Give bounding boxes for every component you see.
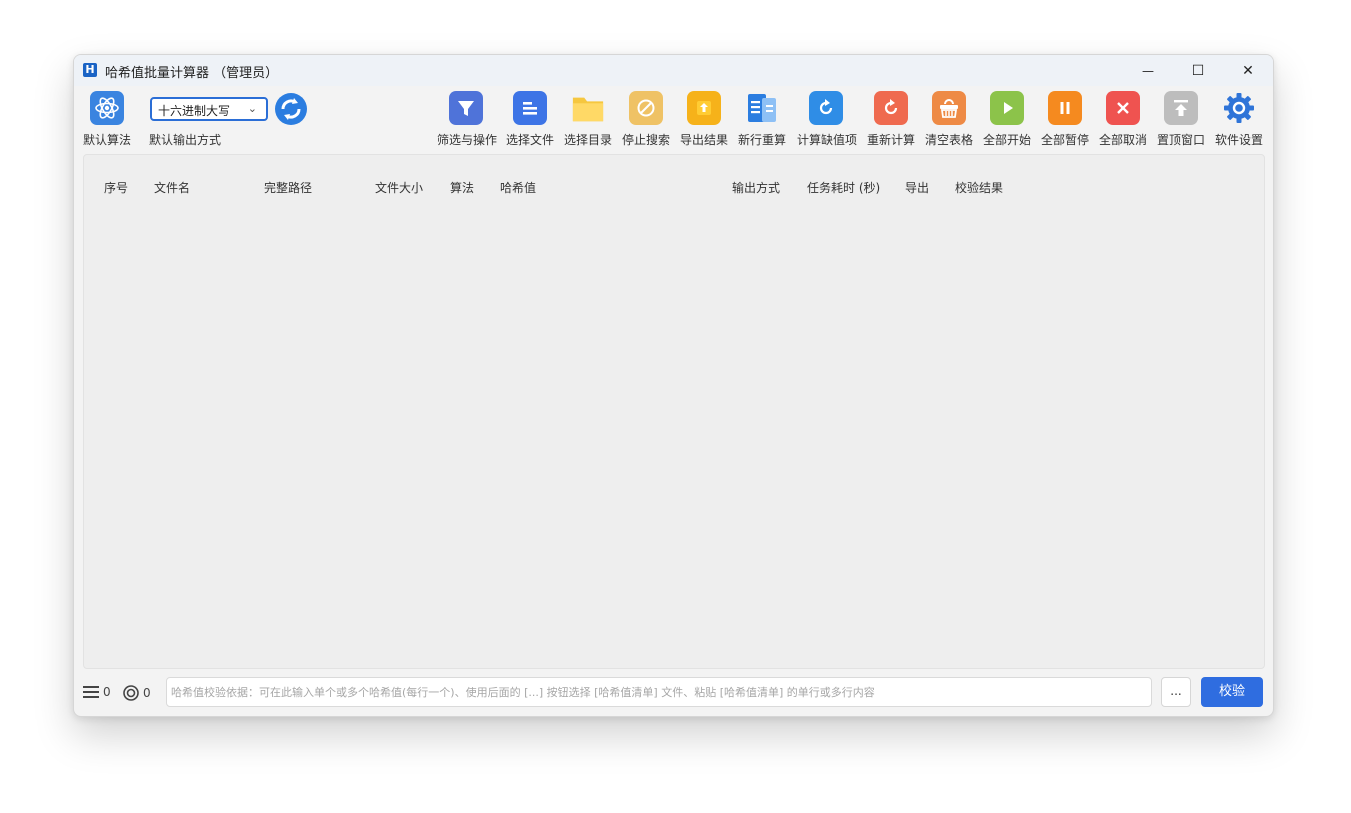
minimize-icon: — xyxy=(1142,63,1154,78)
new-row-icon xyxy=(745,91,779,125)
new-row-recalc-button[interactable]: 新行重算 xyxy=(733,91,791,151)
cancel-all-label: 全部取消 xyxy=(1098,133,1147,147)
close-icon: ✕ xyxy=(1242,62,1254,79)
pause-icon xyxy=(1048,91,1082,125)
results-table[interactable]: 序号 文件名 完整路径 文件大小 算法 哈希值 输出方式 任务耗时 (秒) 导出… xyxy=(83,154,1265,669)
col-header-output-format[interactable]: 输出方式 xyxy=(732,179,780,196)
recalculate-button[interactable]: 重新计算 xyxy=(862,91,920,151)
folder-icon xyxy=(571,91,605,125)
browse-hash-list-button[interactable]: ... xyxy=(1161,677,1191,707)
stop-icon xyxy=(629,91,663,125)
select-files-label: 选择文件 xyxy=(505,133,554,147)
col-header-export[interactable]: 导出 xyxy=(905,179,929,196)
default-algorithm-button[interactable]: 默认算法 xyxy=(78,91,136,151)
title-bar[interactable]: H 哈希值批量计算器 （管理员） — ☐ ✕ xyxy=(74,55,1273,86)
start-all-button[interactable]: 全部开始 xyxy=(978,91,1036,151)
clear-basket-icon xyxy=(932,91,966,125)
start-all-label: 全部开始 xyxy=(982,133,1031,147)
clear-table-label: 清空表格 xyxy=(924,133,973,147)
atom-icon xyxy=(90,91,124,125)
col-header-algorithm[interactable]: 算法 xyxy=(450,179,474,196)
refresh-icon xyxy=(809,91,843,125)
export-results-button[interactable]: 导出结果 xyxy=(675,91,733,151)
maximize-button[interactable]: ☐ xyxy=(1175,55,1221,86)
default-algorithm-label: 默认算法 xyxy=(82,133,131,147)
select-files-button[interactable]: 选择文件 xyxy=(501,91,559,151)
list-count: 0 xyxy=(103,685,111,699)
pin-top-label: 置顶窗口 xyxy=(1156,133,1205,147)
stop-search-button[interactable]: 停止搜索 xyxy=(617,91,675,151)
target-icon xyxy=(123,685,139,701)
col-header-verify-result[interactable]: 校验结果 xyxy=(955,179,1003,196)
cancel-icon xyxy=(1106,91,1140,125)
output-format-select[interactable]: 十六进制大写 ⌄ xyxy=(150,97,268,121)
filter-icon xyxy=(449,91,483,125)
gear-icon xyxy=(1222,91,1256,125)
col-header-index[interactable]: 序号 xyxy=(104,179,128,196)
app-logo-icon: H xyxy=(83,63,97,77)
col-header-task-time[interactable]: 任务耗时 (秒) xyxy=(807,179,880,196)
hash-verify-input[interactable] xyxy=(166,677,1152,707)
pause-all-label: 全部暂停 xyxy=(1040,133,1089,147)
pin-top-icon xyxy=(1164,91,1198,125)
status-bar: 0 0 ... 校验 xyxy=(74,675,1273,715)
recalculate-label: 重新计算 xyxy=(866,133,915,147)
minimize-button[interactable]: — xyxy=(1125,55,1171,86)
settings-button[interactable]: 软件设置 xyxy=(1210,91,1268,151)
target-count: 0 xyxy=(143,686,151,700)
output-format-value: 十六进制大写 xyxy=(158,104,231,118)
export-icon xyxy=(687,91,721,125)
pin-top-button[interactable]: 置顶窗口 xyxy=(1152,91,1210,151)
recalculate-icon xyxy=(874,91,908,125)
maximize-icon: ☐ xyxy=(1191,62,1205,79)
select-folder-button[interactable]: 选择目录 xyxy=(559,91,617,151)
list-icon xyxy=(83,686,99,698)
file-list-icon xyxy=(513,91,547,125)
sync-icon[interactable] xyxy=(274,92,308,126)
clear-table-button[interactable]: 清空表格 xyxy=(920,91,978,151)
app-window: H 哈希值批量计算器 （管理员） — ☐ ✕ 默认算法 十六进制大写 ⌄ 默认输… xyxy=(73,54,1274,717)
close-button[interactable]: ✕ xyxy=(1225,55,1271,86)
chevron-down-icon: ⌄ xyxy=(247,102,257,115)
window-title: 哈希值批量计算器 （管理员） xyxy=(105,66,279,81)
compute-missing-button[interactable]: 计算缺值项 xyxy=(797,91,858,151)
pause-all-button[interactable]: 全部暂停 xyxy=(1036,91,1094,151)
col-header-filename[interactable]: 文件名 xyxy=(154,179,190,196)
list-counter: 0 xyxy=(83,685,111,699)
target-counter: 0 xyxy=(123,685,151,701)
col-header-hash[interactable]: 哈希值 xyxy=(500,179,536,196)
new-row-recalc-label: 新行重算 xyxy=(737,133,786,147)
export-results-label: 导出结果 xyxy=(679,133,728,147)
verify-button[interactable]: 校验 xyxy=(1201,677,1263,707)
select-folder-label: 选择目录 xyxy=(563,133,612,147)
filter-actions-button[interactable]: 筛选与操作 xyxy=(437,91,498,151)
filter-actions-label: 筛选与操作 xyxy=(437,133,498,147)
play-icon xyxy=(990,91,1024,125)
default-output-label: 默认输出方式 xyxy=(149,133,222,147)
col-header-full-path[interactable]: 完整路径 xyxy=(264,179,312,196)
cancel-all-button[interactable]: 全部取消 xyxy=(1094,91,1152,151)
col-header-file-size[interactable]: 文件大小 xyxy=(375,179,423,196)
stop-search-label: 停止搜索 xyxy=(621,133,670,147)
settings-label: 软件设置 xyxy=(1214,133,1263,147)
compute-missing-label: 计算缺值项 xyxy=(797,133,858,147)
toolbar: 默认算法 十六进制大写 ⌄ 默认输出方式 筛选与操作 选择文件 选择目录 停止搜… xyxy=(74,86,1273,154)
